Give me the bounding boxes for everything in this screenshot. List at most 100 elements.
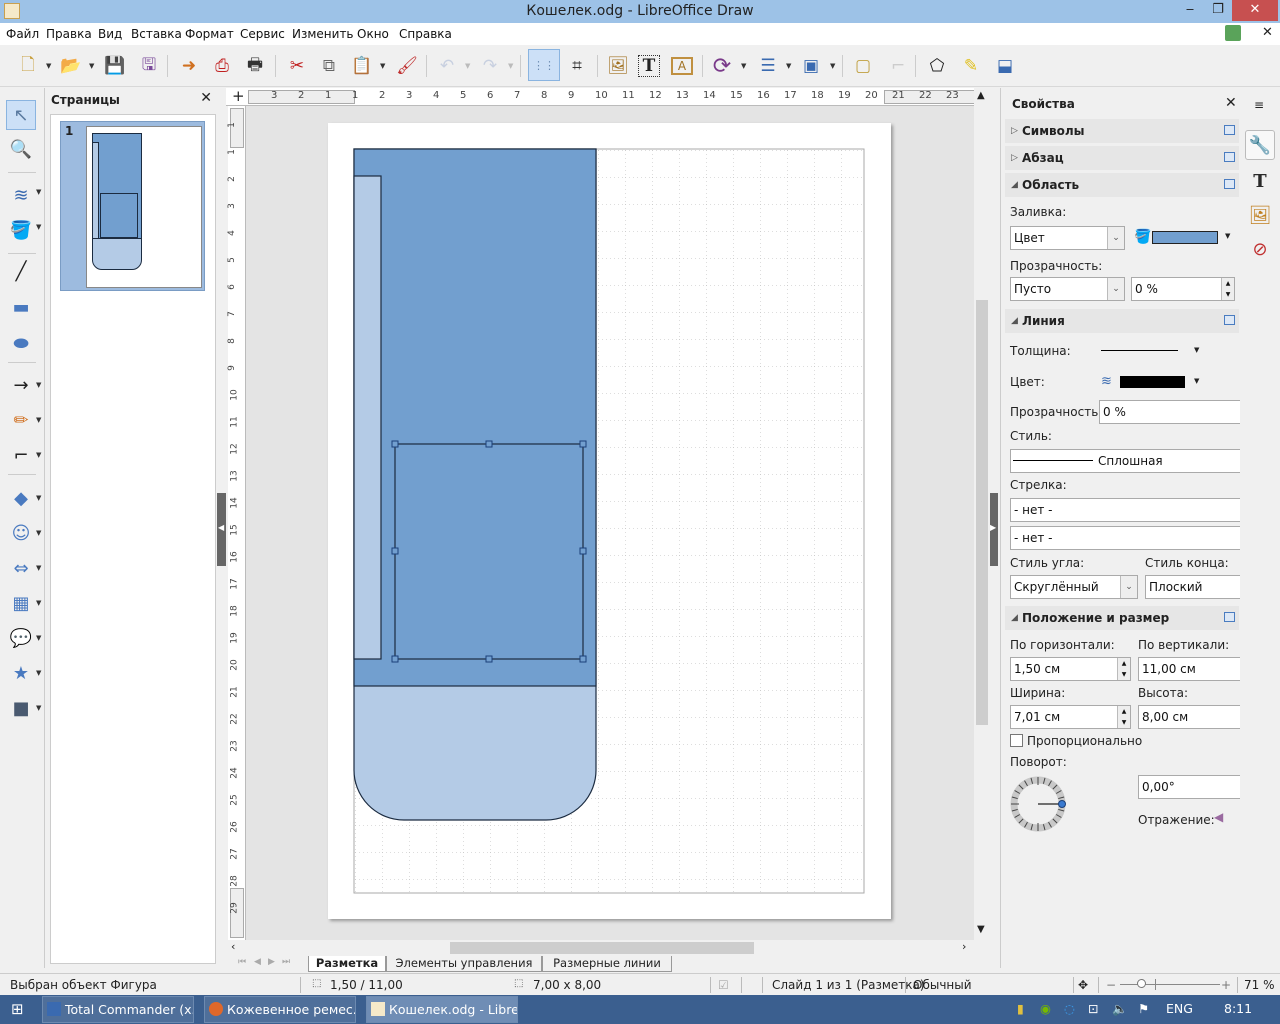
more-options-icon[interactable] — [1224, 125, 1235, 135]
security-tray-icon[interactable]: ▮ — [1017, 1001, 1024, 1016]
flip-icon[interactable]: ◀ — [1214, 810, 1223, 824]
align-icon[interactable]: ☰ — [755, 53, 781, 79]
new-document-icon[interactable]: 🗋 — [15, 53, 41, 79]
insert-image-icon[interactable]: 🖼 — [605, 53, 631, 79]
rotation-dial[interactable] — [1008, 774, 1068, 834]
stars-icon[interactable]: ★ — [6, 658, 36, 688]
3d-objects-icon[interactable]: ■ — [6, 693, 36, 723]
zoom-slider[interactable] — [1120, 984, 1220, 985]
shadow-icon[interactable]: ▢ — [850, 53, 876, 79]
zoom-in-icon[interactable]: + — [1221, 978, 1231, 992]
clone-formatting-icon[interactable]: 🖌 — [394, 53, 420, 79]
drawing-canvas[interactable] — [246, 106, 974, 940]
horizontal-ruler[interactable]: + 3 2 1 1 2 3 4 5 6 7 8 9 10 11 12 13 14 15 16 17 18 19 20 21 22… — [226, 87, 976, 106]
layer-tab-controls[interactable]: Элементы управления — [386, 956, 542, 972]
menu-edit[interactable]: Правка — [46, 27, 92, 41]
points-icon[interactable]: ⬠ — [924, 53, 950, 79]
symbol-shapes-icon[interactable]: ☺ — [6, 518, 36, 548]
line-transparency-input[interactable]: 0 % — [1099, 400, 1241, 424]
scroll-left-icon[interactable]: ‹ — [231, 940, 235, 953]
height-input[interactable]: 8,00 см — [1138, 705, 1241, 729]
close-sidebar-button[interactable]: ✕ — [1225, 95, 1237, 111]
properties-deck-icon[interactable]: 🔧 — [1245, 130, 1275, 160]
connector-icon[interactable]: ⌐ — [6, 440, 36, 470]
first-tab-icon[interactable]: ⏮ — [238, 957, 246, 967]
navigator-deck-icon[interactable]: ⊘ — [1245, 234, 1275, 264]
more-options-icon[interactable] — [1224, 612, 1235, 622]
basic-shapes-icon[interactable]: ◆ — [6, 483, 36, 513]
layer-tab-dimension-lines[interactable]: Размерные линии — [542, 956, 672, 972]
fill-color-dropdown-icon[interactable]: ▼ — [1225, 232, 1230, 240]
task-libreoffice-draw[interactable]: Кошелек.odg - Libre... — [366, 996, 518, 1023]
redo-icon[interactable]: ↷ — [477, 53, 503, 79]
section-area[interactable]: ◢ Область — [1005, 173, 1239, 197]
input-language[interactable]: ENG — [1166, 1001, 1193, 1016]
corner-style-select[interactable]: Скруглённый ⌄ — [1010, 575, 1138, 599]
toggle-extrusion-icon[interactable]: ⬓ — [992, 53, 1018, 79]
fit-page-icon[interactable]: ✥ — [1078, 978, 1088, 992]
area-transparency-input[interactable]: 0 % ▲ ▼ — [1131, 277, 1235, 301]
flowchart-icon[interactable]: ▦ — [6, 588, 36, 618]
helplines-icon[interactable]: ⌗ — [564, 53, 590, 79]
line-width-dropdown-icon[interactable]: ▼ — [1194, 346, 1199, 354]
fill-color-icon[interactable]: 🪣 — [6, 215, 36, 245]
menu-format[interactable]: Формат — [185, 27, 234, 41]
close-pages-panel-button[interactable]: ✕ — [200, 90, 212, 106]
horizontal-scrollbar[interactable]: ‹ › — [226, 940, 974, 956]
menu-modify[interactable]: Изменить — [292, 27, 354, 41]
vertical-scrollbar[interactable]: ▲ ▼ — [974, 88, 990, 940]
arrow-start-select[interactable]: - нет - — [1010, 498, 1241, 522]
line-color-dropdown-icon[interactable]: ▼ — [1194, 377, 1199, 385]
zoom-out-icon[interactable]: − — [1106, 978, 1116, 992]
line-color-swatch[interactable] — [1120, 376, 1185, 388]
arrow-end-select[interactable]: - нет - — [1010, 526, 1241, 550]
rotation-input[interactable]: 0,00° — [1138, 775, 1241, 799]
cap-style-select[interactable]: Плоский — [1145, 575, 1241, 599]
sidebar-menu-icon[interactable]: ≡ — [1254, 98, 1264, 112]
horizontal-position-input[interactable]: 1,50 см ▲ ▼ — [1010, 657, 1131, 681]
grid-icon[interactable]: ⋮⋮ — [528, 49, 560, 81]
crop-icon[interactable]: ⌐ — [885, 53, 911, 79]
next-tab-icon[interactable]: ▶ — [268, 957, 275, 967]
fontwork-icon[interactable]: A — [671, 57, 693, 75]
line-icon[interactable]: ╱ — [6, 256, 36, 286]
section-symbols[interactable]: ▷ Символы — [1005, 119, 1239, 143]
close-document-button[interactable]: ✕ — [1262, 25, 1273, 40]
prev-tab-icon[interactable]: ◀ — [254, 957, 261, 967]
menu-window[interactable]: Окно — [357, 27, 389, 41]
clock[interactable]: 8:11 — [1224, 1001, 1252, 1016]
print-icon[interactable]: 🖶 — [242, 53, 268, 79]
drawing-page[interactable] — [328, 123, 891, 919]
styles-deck-icon[interactable]: T — [1245, 166, 1275, 196]
ruler-origin-icon[interactable]: + — [232, 87, 245, 105]
menu-file[interactable]: Файл — [6, 27, 39, 41]
scroll-down-icon[interactable]: ▼ — [977, 924, 985, 935]
more-options-icon[interactable] — [1224, 152, 1235, 162]
minimize-button[interactable]: ‒ — [1176, 0, 1204, 21]
line-style-select[interactable]: Сплошная — [1010, 449, 1241, 473]
section-line[interactable]: ◢ Линия — [1005, 309, 1239, 333]
curve-icon[interactable]: ✏ — [6, 405, 36, 435]
last-tab-icon[interactable]: ⏭ — [282, 957, 290, 967]
zoom-slider-knob[interactable] — [1137, 979, 1147, 988]
open-icon[interactable]: 📂 — [58, 53, 84, 79]
menu-insert[interactable]: Вставка — [131, 27, 182, 41]
paste-icon[interactable]: 📋 — [349, 53, 375, 79]
copy-icon[interactable]: ⧉ — [316, 53, 342, 79]
line-width-preview[interactable] — [1101, 350, 1178, 351]
network-tray-icon[interactable]: ⊡ — [1088, 1001, 1098, 1016]
more-options-icon[interactable] — [1224, 315, 1235, 325]
glue-points-icon[interactable]: ✎ — [958, 53, 984, 79]
more-options-icon[interactable] — [1224, 179, 1235, 189]
arrow-line-icon[interactable]: → — [6, 370, 36, 400]
export-icon[interactable]: ➜ — [176, 53, 202, 79]
textbox-icon[interactable]: T — [638, 55, 660, 77]
ellipse-icon[interactable]: ⬬ — [6, 328, 36, 358]
cut-icon[interactable]: ✂ — [284, 53, 310, 79]
save-as-icon[interactable]: 🖫 — [136, 53, 162, 79]
sync-tray-icon[interactable]: ◌ — [1064, 1001, 1075, 1016]
zoom-level[interactable]: 71 % — [1244, 978, 1275, 992]
restore-button[interactable]: ❐ — [1204, 0, 1232, 21]
horizontal-scroll-thumb[interactable] — [450, 942, 754, 954]
vertical-ruler[interactable]: 1 1 2 3 4 5 6 7 8 9 10 11 12 13 14 15 16 17 18 19 20 21 22 23 24… — [227, 106, 246, 940]
